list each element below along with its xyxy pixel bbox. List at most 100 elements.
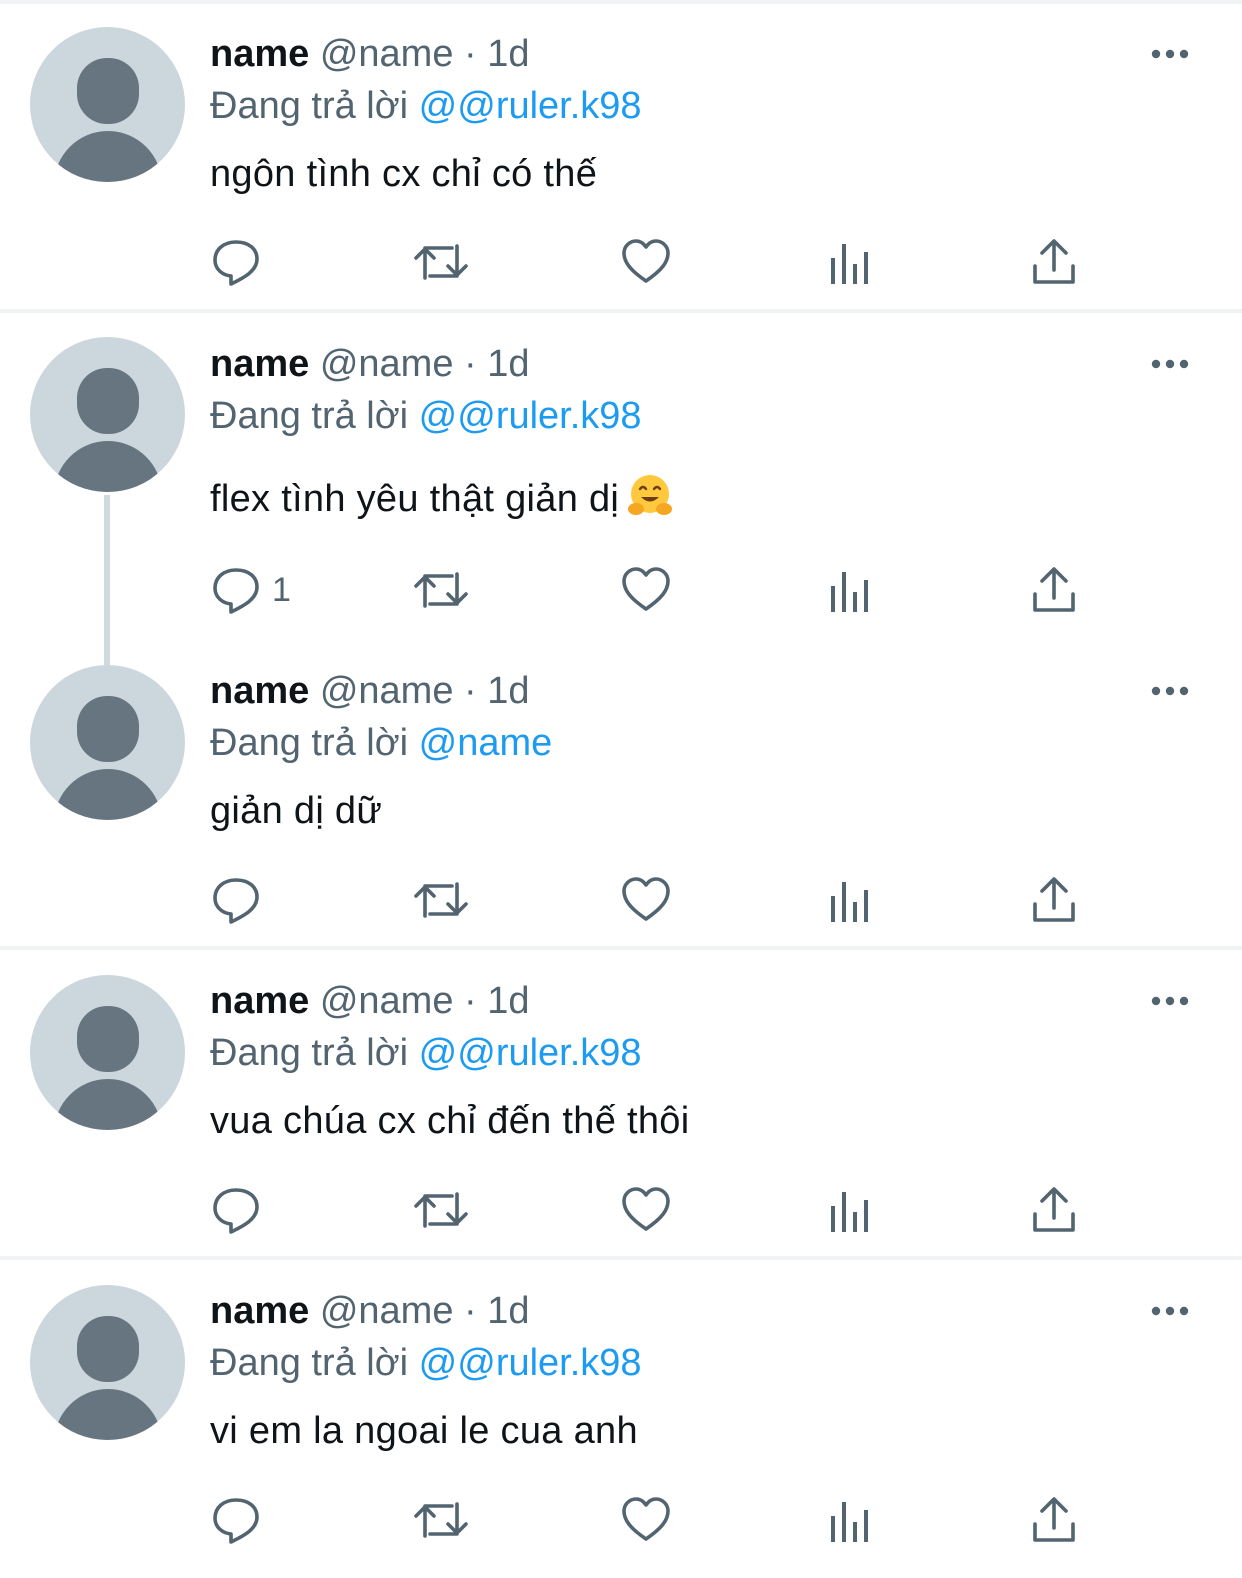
display-name[interactable]: name [210, 343, 309, 385]
tweet-text: flex tình yêu thật giản dị [210, 478, 620, 520]
tweet-actions [0, 1490, 1242, 1550]
retweet-icon [414, 1502, 468, 1538]
user-handle[interactable]: @name [320, 343, 454, 385]
display-name[interactable]: name [210, 1290, 309, 1332]
timestamp[interactable]: 1d [487, 980, 529, 1022]
more-dots-icon[interactable] [1150, 681, 1190, 701]
reply-button[interactable] [210, 870, 272, 930]
more-dots-icon[interactable] [1150, 44, 1190, 64]
share-button[interactable] [1030, 1180, 1078, 1240]
reply-to-link[interactable]: @@ruler.k98 [419, 85, 642, 127]
display-name[interactable]: name [210, 33, 309, 75]
timestamp[interactable]: 1d [487, 33, 529, 75]
share-button[interactable] [1030, 232, 1078, 292]
like-button[interactable] [620, 870, 672, 930]
timestamp[interactable]: 1d [487, 343, 529, 385]
tweet[interactable]: name @name · 1d Đang trả lời @name giản … [0, 648, 1242, 946]
tweet-header: name @name · 1d [210, 28, 530, 80]
reply-bubble-icon [213, 878, 259, 924]
reply-to-link[interactable]: @@ruler.k98 [419, 1342, 642, 1384]
more-dots-icon[interactable] [1150, 991, 1190, 1011]
user-handle[interactable]: @name [320, 980, 454, 1022]
reply-prefix: Đang trả lời [210, 395, 409, 437]
replying-to: Đang trả lời @@ruler.k98 [210, 1337, 642, 1389]
retweet-button[interactable] [412, 870, 470, 930]
hugging-face-emoji [628, 475, 673, 515]
more-dots-icon[interactable] [1150, 354, 1190, 374]
tweet[interactable]: name @name · 1d Đang trả lời @@ruler.k98… [0, 950, 1242, 1256]
replying-to: Đang trả lời @@ruler.k98 [210, 1027, 642, 1079]
reply-bubble-icon [213, 568, 259, 614]
user-handle[interactable]: @name [320, 1290, 454, 1332]
reply-to-link[interactable]: @@ruler.k98 [419, 1032, 642, 1074]
retweet-button[interactable] [412, 1180, 470, 1240]
retweet-button[interactable] [412, 1490, 470, 1550]
tweet-header: name @name · 1d [210, 975, 530, 1027]
tweet[interactable]: name @name · 1d Đang trả lời @@ruler.k98… [0, 313, 1242, 665]
reply-button[interactable] [210, 1180, 272, 1240]
tweet-text: ngôn tình cx chỉ có thế [210, 153, 598, 195]
user-handle[interactable]: @name [320, 33, 454, 75]
reply-prefix: Đang trả lời [210, 722, 409, 764]
share-upload-icon [1033, 567, 1075, 612]
timestamp[interactable]: 1d [487, 670, 529, 712]
reply-bubble-icon [213, 1498, 259, 1544]
reply-prefix: Đang trả lời [210, 1342, 409, 1384]
avatar[interactable] [30, 27, 185, 182]
more-dots-icon[interactable] [1150, 1301, 1190, 1321]
reply-count: 1 [272, 570, 291, 609]
timestamp[interactable]: 1d [487, 1290, 529, 1332]
separator: · [464, 1290, 477, 1332]
avatar[interactable] [30, 337, 185, 492]
avatar[interactable] [30, 665, 185, 820]
display-name[interactable]: name [210, 670, 309, 712]
analytics-bars-icon [831, 1502, 868, 1542]
reply-bubble-icon [213, 240, 259, 286]
like-button[interactable] [620, 232, 672, 292]
tweet-text: giản dị dữ [210, 790, 383, 832]
replying-to: Đang trả lời @name [210, 717, 552, 769]
reply-button[interactable] [210, 1490, 272, 1550]
like-button[interactable] [620, 560, 672, 620]
like-button[interactable] [620, 1490, 672, 1550]
views-button[interactable] [826, 1180, 874, 1240]
tweet-actions: 1 [0, 560, 1242, 620]
views-button[interactable] [826, 870, 874, 930]
tweet-header: name @name · 1d [210, 338, 530, 390]
heart-icon [622, 1497, 670, 1541]
share-upload-icon [1033, 877, 1075, 922]
share-upload-icon [1033, 1497, 1075, 1542]
analytics-bars-icon [831, 882, 868, 922]
retweet-button[interactable] [412, 232, 470, 292]
reply-to-link[interactable]: @name [419, 722, 553, 764]
tweet[interactable]: name @name · 1d Đang trả lời @@ruler.k98… [0, 0, 1242, 310]
retweet-icon [414, 244, 468, 280]
like-button[interactable] [620, 1180, 672, 1240]
user-handle[interactable]: @name [320, 670, 454, 712]
reply-to-link[interactable]: @@ruler.k98 [419, 395, 642, 437]
avatar[interactable] [30, 1285, 185, 1440]
views-button[interactable] [826, 560, 874, 620]
share-button[interactable] [1030, 1490, 1078, 1550]
reply-bubble-icon [213, 1188, 259, 1234]
views-button[interactable] [826, 1490, 874, 1550]
retweet-icon [414, 1192, 468, 1228]
replying-to: Đang trả lời @@ruler.k98 [210, 80, 642, 132]
share-button[interactable] [1030, 870, 1078, 930]
retweet-button[interactable] [412, 560, 470, 620]
reply-prefix: Đang trả lời [210, 85, 409, 127]
heart-icon [622, 877, 670, 921]
heart-icon [622, 1187, 670, 1231]
reply-button[interactable] [210, 232, 272, 292]
tweet[interactable]: name @name · 1d Đang trả lời @@ruler.k98… [0, 1260, 1242, 1578]
analytics-bars-icon [831, 1192, 868, 1232]
avatar[interactable] [30, 975, 185, 1130]
retweet-icon [414, 572, 468, 608]
views-button[interactable] [826, 232, 874, 292]
display-name[interactable]: name [210, 980, 309, 1022]
tweet-text-row: flex tình yêu thật giản dị [210, 473, 673, 525]
separator: · [464, 343, 477, 385]
tweet-header: name @name · 1d [210, 1285, 530, 1337]
share-button[interactable] [1030, 560, 1078, 620]
reply-button[interactable]: 1 [210, 560, 291, 620]
